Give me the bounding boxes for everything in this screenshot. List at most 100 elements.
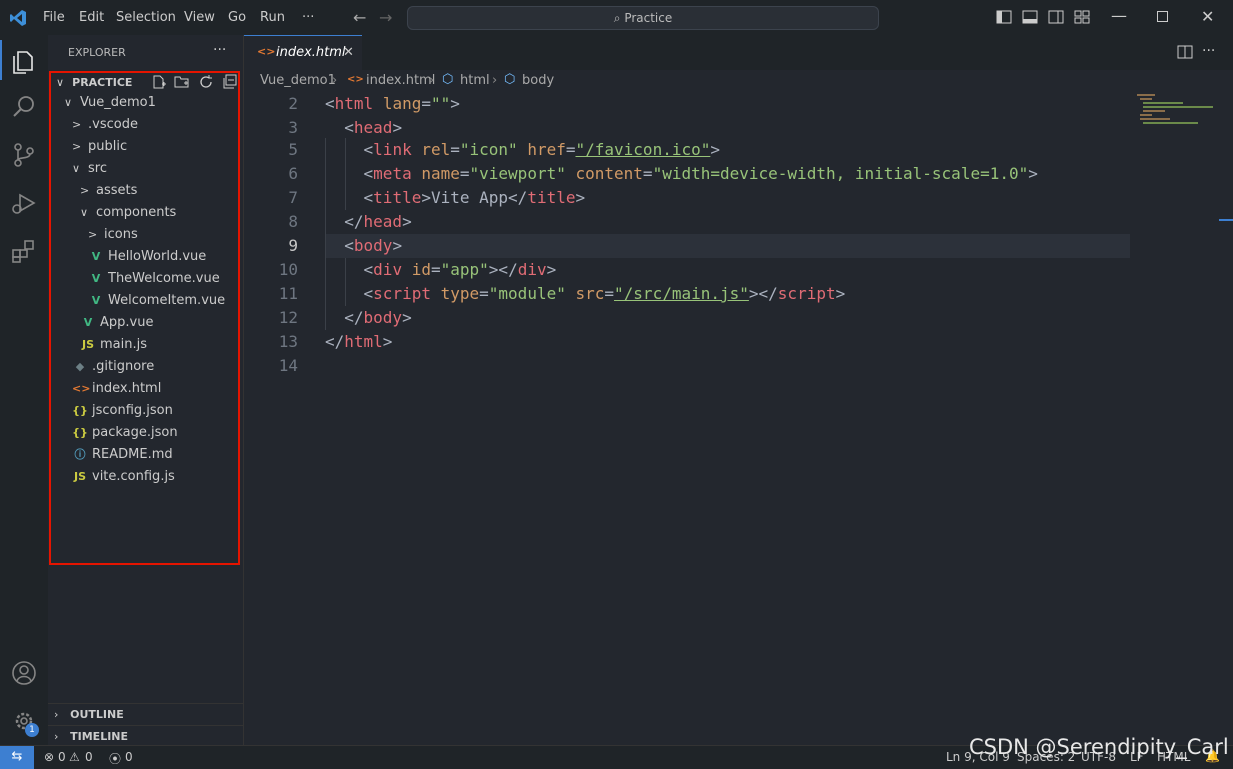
chevron-down-icon: ∨ <box>56 76 65 89</box>
menu-edit[interactable]: Edit <box>79 10 104 25</box>
minimap[interactable] <box>1137 92 1227 124</box>
chevron-down-icon: ∨ <box>80 206 89 219</box>
tree-item-label: TheWelcome.vue <box>108 271 220 286</box>
symbol-element-icon: ⬡ <box>504 72 516 87</box>
file-helloworld[interactable]: V HelloWorld.vue <box>88 246 207 268</box>
menu-view[interactable]: View <box>184 10 215 25</box>
split-editor-icon[interactable] <box>1177 45 1193 59</box>
explorer-icon[interactable] <box>10 47 38 75</box>
folder-vue-demo1[interactable]: ∨ Vue_demo1 <box>64 92 156 114</box>
line-number: 7 <box>288 188 298 207</box>
file-type-icon: JS <box>73 470 86 483</box>
tree-item-label: index.html <box>92 381 162 396</box>
accounts-icon[interactable] <box>10 659 38 687</box>
breadcrumb-file[interactable]: index.html <box>366 73 435 88</box>
update-badge: 1 <box>25 723 39 737</box>
menu-more[interactable]: ··· <box>302 10 314 25</box>
breadcrumb: Vue_demo1 › <> index.html › ⬡ html › ⬡ b… <box>244 70 1233 92</box>
file-package[interactable]: {} package.json <box>72 422 178 444</box>
file-type-icon: {} <box>72 426 88 439</box>
line-number: 13 <box>278 332 298 351</box>
file-thewelcome[interactable]: V TheWelcome.vue <box>88 268 220 290</box>
file-jsconfig[interactable]: {} jsconfig.json <box>72 400 173 422</box>
new-file-icon[interactable] <box>151 74 167 90</box>
toggle-secondary-sidebar-icon[interactable] <box>1048 10 1064 24</box>
breadcrumb-folder[interactable]: Vue_demo1 <box>260 73 336 88</box>
run-debug-icon[interactable] <box>10 189 38 217</box>
tree-item-label: icons <box>104 227 138 242</box>
remote-icon[interactable]: ⇆ <box>0 746 34 769</box>
current-line-highlight <box>325 234 1130 258</box>
file-welcomeitem[interactable]: V WelcomeItem.vue <box>88 290 225 312</box>
ports-count[interactable]: 0 <box>125 750 133 764</box>
line-number: 3 <box>288 118 298 137</box>
new-folder-icon[interactable] <box>174 74 190 90</box>
folder-src[interactable]: ∨ src <box>72 158 107 180</box>
explorer-sidebar: EXPLORER ··· ∨ PRACTICE ∨ Vue_demo1 > .vsco… <box>48 35 244 745</box>
timeline-title: TIMELINE <box>70 730 129 743</box>
tab-index-html[interactable]: <> index.html ✕ <box>244 35 362 71</box>
source-control-icon[interactable] <box>10 141 38 169</box>
editor-more-icon[interactable]: ··· <box>1202 43 1215 59</box>
file-type-icon: V <box>83 316 93 329</box>
folder-icons[interactable]: > icons <box>88 224 138 246</box>
collapse-all-icon[interactable] <box>222 74 238 90</box>
tree-item-label: package.json <box>92 425 178 440</box>
error-count[interactable]: 0 <box>58 750 66 764</box>
line-number: 6 <box>288 164 298 183</box>
back-arrow-icon[interactable]: ← <box>353 8 366 27</box>
file-vite-config[interactable]: JS vite.config.js <box>72 466 175 488</box>
line-number: 11 <box>278 284 298 303</box>
tree-item-label: Vue_demo1 <box>80 95 156 110</box>
toggle-primary-sidebar-icon[interactable] <box>996 10 1012 24</box>
ports-icon[interactable]: ⦿ <box>109 750 121 767</box>
outline-title: OUTLINE <box>70 708 124 721</box>
file-main-js[interactable]: JS main.js <box>80 334 147 356</box>
customize-layout-icon[interactable] <box>1074 10 1090 24</box>
folder-assets[interactable]: > assets <box>80 180 137 202</box>
file-app-vue[interactable]: V App.vue <box>80 312 154 334</box>
outline-section[interactable]: › OUTLINE <box>48 703 243 726</box>
warning-count[interactable]: 0 <box>85 750 93 764</box>
error-icon[interactable]: ⊗ <box>44 750 54 764</box>
file-index-html[interactable]: <> index.html <box>72 378 161 400</box>
tab-label: index.html <box>276 45 346 60</box>
chevron-down-icon: ∨ <box>72 162 81 175</box>
close-window-icon[interactable]: ✕ <box>1201 7 1214 26</box>
menu-go[interactable]: Go <box>228 10 246 25</box>
search-icon[interactable] <box>10 93 38 121</box>
tree-item-label: components <box>96 205 177 220</box>
maximize-icon[interactable] <box>1157 11 1168 22</box>
refresh-icon[interactable] <box>198 74 214 90</box>
breadcrumb-body[interactable]: body <box>522 73 554 88</box>
line-number: 8 <box>288 212 298 231</box>
breadcrumb-separator-icon: › <box>492 73 498 88</box>
file-readme[interactable]: ⓘ README.md <box>72 444 173 466</box>
file-type-icon: <> <box>72 382 91 395</box>
chevron-right-icon: › <box>54 708 59 721</box>
explorer-more-icon[interactable]: ··· <box>213 42 226 58</box>
close-tab-icon[interactable]: ✕ <box>343 45 354 60</box>
file-type-icon: V <box>91 294 101 307</box>
file-type-icon: ◆ <box>75 360 85 373</box>
minimize-icon[interactable]: — <box>1111 6 1127 25</box>
scrollbar-marker <box>1219 219 1233 221</box>
code-editor[interactable]: 2 <html lang=""> 3 <head> 5 <link rel="ic… <box>244 92 1233 745</box>
extensions-icon[interactable] <box>10 237 38 265</box>
tree-item-label: public <box>88 139 128 154</box>
menu-file[interactable]: File <box>43 10 65 25</box>
folder-components[interactable]: ∨ components <box>80 202 176 224</box>
folder-public[interactable]: > public <box>72 136 127 158</box>
file-gitignore[interactable]: ◆ .gitignore <box>72 356 154 378</box>
menu-run[interactable]: Run <box>260 10 285 25</box>
menu-selection[interactable]: Selection <box>116 10 176 25</box>
folder-vscode[interactable]: > .vscode <box>72 114 138 136</box>
command-center-search[interactable]: ⌕ Practice <box>407 6 879 30</box>
breadcrumb-html[interactable]: html <box>460 73 490 88</box>
status-bar: ⇆ ⊗ 0 ⚠ 0 ⦿ 0 Ln 9, Col 9 Spaces: 2 UTF-… <box>0 735 1233 769</box>
tree-item-label: README.md <box>92 447 173 462</box>
warning-icon[interactable]: ⚠ <box>69 750 80 764</box>
toggle-panel-icon[interactable] <box>1022 10 1038 24</box>
chevron-right-icon: > <box>80 184 90 197</box>
forward-arrow-icon[interactable]: → <box>379 8 392 27</box>
